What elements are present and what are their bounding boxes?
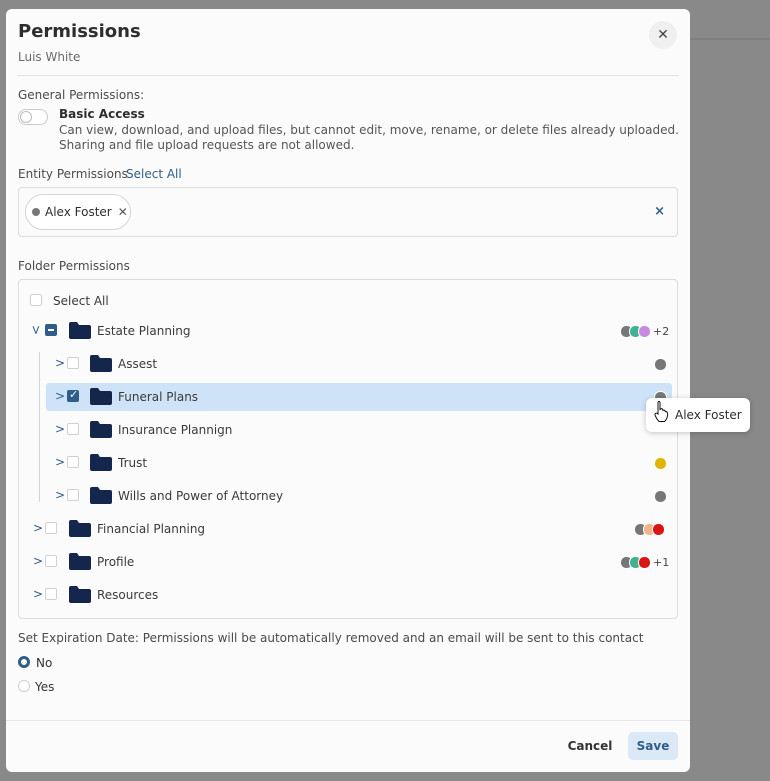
chevron-right-icon[interactable]: > — [33, 587, 43, 601]
expiration-no-radio[interactable] — [18, 656, 30, 668]
chevron-right-icon[interactable]: > — [55, 422, 65, 436]
tooltip-label: Alex Foster — [675, 408, 742, 422]
permissions-dialog: Permissions Luis White ✕ General Permiss… — [6, 9, 690, 772]
folder-avatars: +1 — [620, 556, 669, 569]
folder-row-assest[interactable]: > Assest — [19, 350, 679, 378]
expiration-yes-radio[interactable] — [18, 680, 30, 692]
folder-permissions-label: Folder Permissions — [18, 259, 130, 273]
folder-icon — [69, 586, 91, 603]
dialog-title: Permissions — [18, 21, 141, 42]
save-button[interactable]: Save — [628, 732, 678, 760]
folder-checkbox[interactable] — [67, 388, 79, 402]
folder-icon — [90, 487, 112, 504]
folder-select-all-row[interactable]: Select All — [19, 287, 679, 315]
folder-checkbox[interactable] — [45, 588, 57, 600]
chevron-right-icon[interactable]: > — [33, 554, 43, 568]
folder-row-trust[interactable]: > Trust — [19, 449, 679, 477]
avatar — [638, 556, 651, 569]
folder-avatars — [654, 490, 667, 503]
dialog-subtitle: Luis White — [18, 50, 81, 64]
folder-checkbox[interactable] — [45, 555, 57, 567]
folder-row-wills[interactable]: > Wills and Power of Attorney — [19, 482, 679, 510]
folder-row-resources[interactable]: > Resources — [19, 581, 679, 609]
folder-name: Wills and Power of Attorney — [118, 489, 284, 503]
basic-access-toggle[interactable] — [18, 109, 48, 125]
expiration-yes-label: Yes — [35, 680, 55, 694]
folder-icon — [90, 355, 112, 372]
folder-icon — [90, 388, 112, 405]
folder-row-financial-planning[interactable]: > Financial Planning — [19, 515, 679, 543]
folder-name: Funeral Plans — [118, 390, 199, 404]
footer-divider — [6, 720, 690, 721]
chevron-right-icon[interactable]: > — [55, 356, 65, 370]
basic-access-description: Can view, download, and upload files, bu… — [59, 123, 679, 152]
folder-checkbox[interactable] — [67, 423, 79, 435]
folder-name: Trust — [118, 456, 148, 470]
folder-tree: Select All > Estate Planning +2 > Assest — [18, 279, 678, 619]
folder-name: Financial Planning — [97, 522, 206, 536]
select-all-checkbox[interactable] — [30, 294, 42, 306]
avatar — [654, 457, 667, 470]
chevron-right-icon[interactable]: > — [55, 488, 65, 502]
background-divider — [690, 38, 770, 40]
avatar — [654, 490, 667, 503]
chevron-right-icon[interactable]: > — [55, 389, 65, 403]
expiration-label: Set Expiration Date: Permissions will be… — [18, 631, 644, 645]
chevron-down-icon[interactable]: > — [29, 325, 43, 335]
folder-checkbox[interactable] — [67, 489, 79, 501]
chevron-right-icon[interactable]: > — [33, 521, 43, 535]
folder-name: Insurance Plannign — [118, 423, 233, 437]
avatar-more-count: +1 — [653, 556, 670, 569]
hand-cursor-icon — [654, 401, 669, 422]
avatar-more-count: +2 — [653, 325, 670, 338]
folder-row-funeral-plans[interactable]: > Funeral Plans — [46, 383, 672, 411]
folder-row-estate-planning[interactable]: > Estate Planning +2 — [19, 317, 679, 345]
toggle-knob — [20, 111, 32, 123]
folder-name: Estate Planning — [97, 324, 191, 338]
avatar — [638, 325, 651, 338]
folder-icon — [69, 553, 91, 570]
folder-icon — [90, 454, 112, 471]
entity-select[interactable]: Alex Foster ✕ × — [18, 187, 678, 237]
close-icon: ✕ — [657, 27, 669, 43]
header-divider — [18, 75, 678, 76]
folder-icon — [69, 322, 91, 339]
folder-checkbox[interactable] — [45, 324, 57, 336]
entity-select-all-link[interactable]: Select All — [126, 167, 182, 181]
entity-chip-label: Alex Foster — [45, 205, 112, 219]
basic-access-title: Basic Access — [59, 107, 145, 121]
folder-avatars — [634, 523, 665, 536]
avatar — [652, 523, 665, 536]
folder-row-insurance-plannign[interactable]: > Insurance Plannign — [19, 416, 679, 444]
avatar — [654, 358, 667, 371]
folder-icon — [90, 421, 112, 438]
folder-avatars — [654, 457, 667, 470]
folder-checkbox[interactable] — [67, 456, 79, 468]
folder-name: Profile — [97, 555, 135, 569]
entity-chip-dot — [32, 208, 40, 216]
folder-avatars — [654, 358, 667, 371]
general-permissions-label: General Permissions: — [18, 88, 145, 102]
entity-chip[interactable]: Alex Foster ✕ — [25, 194, 131, 230]
folder-checkbox[interactable] — [45, 522, 57, 534]
folder-row-profile[interactable]: > Profile +1 — [19, 548, 679, 576]
expiration-no-label: No — [36, 656, 53, 670]
cancel-button[interactable]: Cancel — [562, 732, 618, 760]
folder-name: Resources — [97, 588, 159, 602]
folder-icon — [69, 520, 91, 537]
remove-chip-icon[interactable]: ✕ — [118, 205, 128, 219]
folder-name: Assest — [118, 357, 158, 371]
chevron-right-icon[interactable]: > — [55, 455, 65, 469]
folder-avatars: +2 — [620, 325, 669, 338]
select-all-label: Select All — [53, 294, 109, 308]
entity-permissions-label: Entity Permissions — [18, 167, 128, 181]
clear-all-icon[interactable]: × — [654, 204, 665, 219]
folder-checkbox[interactable] — [67, 357, 79, 369]
close-button[interactable]: ✕ — [649, 21, 677, 49]
